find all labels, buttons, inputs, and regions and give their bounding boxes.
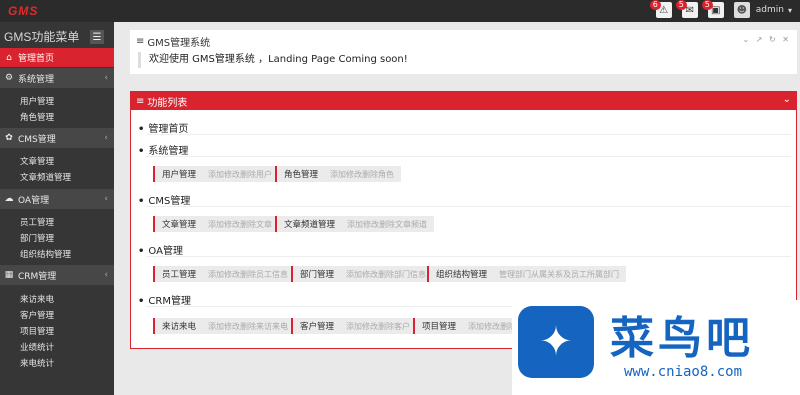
- username[interactable]: admin: [756, 5, 784, 15]
- sidebar-toggle-icon[interactable]: ☰: [90, 30, 104, 44]
- watermark-brand: 菜鸟吧: [610, 313, 754, 364]
- watermark: ✦ 菜鸟吧 www.cniao8.com: [512, 300, 800, 395]
- sidebar-item-home[interactable]: ⌂ 管理首页: [0, 48, 114, 67]
- messages-badge: 5: [675, 0, 687, 10]
- list-icon: ≡: [136, 95, 145, 107]
- list-icon: ≡: [136, 36, 145, 47]
- sidebar-item-articles[interactable]: 文章管理: [20, 155, 54, 167]
- panel-title-text: GMS管理系统: [147, 38, 211, 49]
- welcome-panel: ≡ GMS管理系统 ⌄ ↗ ↻ ✕ 欢迎使用 GMS管理系统 ，Landing …: [130, 30, 797, 74]
- sidebar-section-system[interactable]: ⚙ 系统管理 ‹: [0, 68, 114, 88]
- bird-icon: ✦: [518, 306, 594, 378]
- welcome-message: 欢迎使用 GMS管理系统 ，Landing Page Coming soon!: [138, 52, 408, 68]
- feature-item-article-channels[interactable]: 文章频道管理 添加修改删除文章频道: [275, 216, 435, 232]
- divider: [146, 206, 791, 207]
- feature-list-header: ≡ 功能列表 ⌄: [131, 92, 796, 110]
- sidebar-title: GMS功能菜单: [4, 30, 80, 44]
- notifications-badge: 6: [649, 0, 661, 10]
- chevron-down-icon[interactable]: ⌄: [783, 94, 791, 105]
- refresh-icon[interactable]: ↻: [769, 35, 778, 44]
- welcome-panel-title: ≡ GMS管理系统: [136, 34, 210, 49]
- feature-item-visits[interactable]: 来访来电 添加修改删除来访来电: [153, 318, 296, 334]
- leaf-icon: ✿: [5, 133, 13, 143]
- fullscreen-icon[interactable]: ↗: [756, 35, 765, 44]
- feature-item-articles[interactable]: 文章管理 添加修改删除文章: [153, 216, 280, 232]
- feature-item-departments[interactable]: 部门管理 添加修改删除部门信息: [291, 266, 434, 282]
- sidebar-item-performance[interactable]: 业绩统计: [20, 341, 54, 353]
- avatar[interactable]: ☻: [733, 2, 750, 18]
- sidebar-item-label: 管理首页: [18, 54, 55, 64]
- sidebar-item-org-structure[interactable]: 组织结构管理: [20, 248, 71, 260]
- tasks-badge: 5: [701, 0, 713, 10]
- top-bar: GMS 6 ⚠ 5 ✉ 5 ▣ ☻ admin ▾: [0, 0, 800, 22]
- sidebar-item-employees[interactable]: 员工管理: [20, 216, 54, 228]
- tasks-button[interactable]: 5 ▣: [701, 0, 724, 18]
- close-icon[interactable]: ✕: [782, 35, 791, 44]
- sidebar-section-crm[interactable]: ▦ CRM管理 ‹: [0, 265, 114, 285]
- feature-list-title: 功能列表: [147, 97, 188, 109]
- sidebar-item-users[interactable]: 用户管理: [20, 95, 54, 107]
- chevron-left-icon: ‹: [104, 194, 108, 204]
- sidebar-section-label: CRM管理: [18, 271, 57, 282]
- gear-icon: ⚙: [4, 73, 14, 83]
- notifications-button[interactable]: 6 ⚠: [649, 0, 672, 18]
- sidebar-header: GMS功能菜单 ☰: [0, 28, 114, 46]
- top-icons: 6 ⚠ 5 ✉ 5 ▣ ☻ admin ▾: [649, 0, 792, 18]
- feature-group-system[interactable]: • 系统管理: [138, 142, 188, 157]
- cloud-icon: ☁: [4, 194, 14, 204]
- sidebar-section-label: CMS管理: [18, 134, 56, 145]
- sidebar-item-call-stats[interactable]: 来电统计: [20, 357, 54, 369]
- feature-group-home[interactable]: • 管理首页: [138, 120, 188, 135]
- messages-button[interactable]: 5 ✉: [675, 0, 698, 18]
- sidebar-item-roles[interactable]: 角色管理: [20, 111, 54, 123]
- chevron-left-icon: ‹: [104, 270, 108, 280]
- sidebar-item-projects[interactable]: 项目管理: [20, 325, 54, 337]
- watermark-url: www.cniao8.com: [624, 364, 743, 380]
- feature-item-roles[interactable]: 角色管理 添加修改删除角色: [275, 166, 402, 182]
- sidebar-item-customers[interactable]: 客户管理: [20, 309, 54, 321]
- user-dropdown-icon[interactable]: ▾: [788, 6, 792, 15]
- panel-tools: ⌄ ↗ ↻ ✕: [743, 35, 791, 44]
- sidebar-section-label: 系统管理: [18, 74, 55, 85]
- sidebar-section-oa[interactable]: ☁ OA管理 ‹: [0, 189, 114, 209]
- box-icon: ▦: [4, 270, 14, 280]
- feature-item-employees[interactable]: 员工管理 添加修改删除员工信息: [153, 266, 296, 282]
- divider: [146, 256, 791, 257]
- chevron-left-icon: ‹: [104, 73, 108, 83]
- divider: [146, 134, 791, 135]
- sidebar-item-article-channels[interactable]: 文章频道管理: [20, 171, 71, 183]
- sidebar: GMS功能菜单 ☰ ⌂ 管理首页 ⚙ 系统管理 ‹ 用户管理 角色管理 ✿ CM…: [0, 22, 114, 395]
- feature-group-oa[interactable]: • OA管理: [138, 242, 183, 257]
- feature-item-org-structure[interactable]: 组织结构管理 管理部门从属关系及员工所属部门: [427, 266, 627, 282]
- feature-item-customers[interactable]: 客户管理 添加修改删除客户: [291, 318, 418, 334]
- home-icon: ⌂: [6, 52, 12, 63]
- sidebar-section-cms[interactable]: ✿ CMS管理 ‹: [0, 128, 114, 148]
- sidebar-section-label: OA管理: [18, 195, 50, 206]
- feature-group-cms[interactable]: • CMS管理: [138, 192, 190, 207]
- app-logo[interactable]: GMS: [8, 4, 38, 18]
- feature-item-users[interactable]: 用户管理 添加修改删除用户: [153, 166, 280, 182]
- feature-group-crm[interactable]: • CRM管理: [138, 292, 191, 307]
- sidebar-item-departments[interactable]: 部门管理: [20, 232, 54, 244]
- sidebar-item-visits[interactable]: 来访来电: [20, 293, 54, 305]
- chevron-left-icon: ‹: [104, 133, 108, 143]
- collapse-icon[interactable]: ⌄: [743, 35, 752, 44]
- divider: [146, 156, 791, 157]
